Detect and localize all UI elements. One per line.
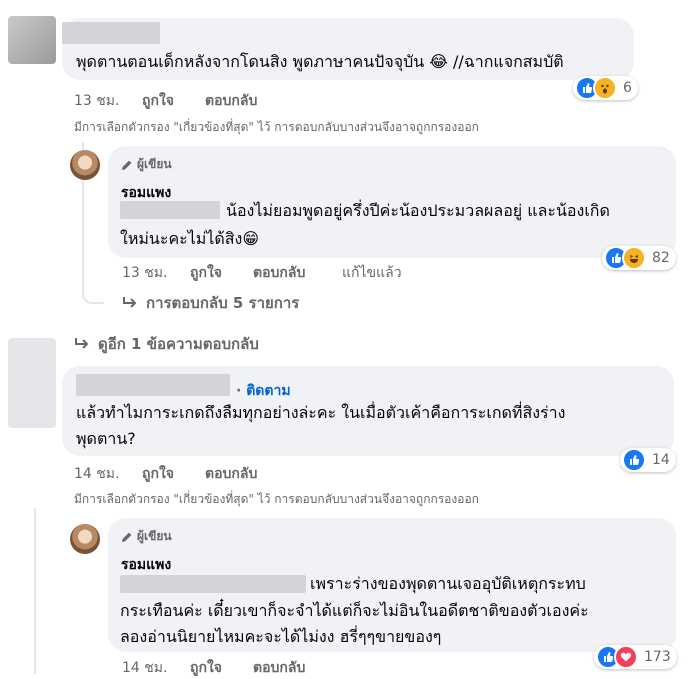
reply-actions: 13 ชม. ถูกใจ ตอบกลับ แก้ไขแล้ว: [122, 262, 402, 284]
author-badge: ผู้เขียน: [121, 155, 172, 174]
filter-note: มีการเลือกตัวกรอง "เกี่ยวข้องที่สุด" ไว้…: [74, 120, 479, 134]
avatar[interactable]: [8, 338, 56, 428]
avatar[interactable]: [70, 524, 100, 554]
reaction-summary[interactable]: 6: [573, 76, 638, 100]
blurred-mention: [120, 201, 220, 219]
haha-icon: [622, 246, 646, 270]
reply-link[interactable]: ตอบกลับ: [205, 90, 257, 112]
like-icon: [622, 448, 646, 472]
love-icon: [614, 645, 638, 669]
pen-icon: [122, 532, 132, 542]
blurred-author-name: [76, 374, 230, 396]
author-name[interactable]: รอมแพง: [121, 554, 171, 576]
reaction-summary[interactable]: 82: [602, 246, 676, 270]
thread-line: [34, 508, 36, 674]
comment-time[interactable]: 13 ชม.: [74, 90, 142, 112]
reply-time[interactable]: 14 ชม.: [122, 657, 190, 679]
reaction-count: 6: [623, 80, 632, 96]
reply-arrow-icon: [123, 297, 137, 308]
reaction-summary[interactable]: 173: [594, 645, 677, 669]
reaction-count: 82: [652, 250, 670, 266]
comment-text: พุดตานตอนเด็กหลังจากโดนสิง พูดภาษาคนปัจจ…: [76, 52, 564, 71]
comment-text-line1: แล้วทำไมการะเกดถึงลืมทุกอย่างล่ะคะ ในเมื…: [76, 403, 566, 422]
like-link[interactable]: ถูกใจ: [142, 90, 205, 112]
wow-icon: [593, 76, 617, 100]
view-replies-link[interactable]: การตอบกลับ 5 รายการ: [122, 291, 299, 315]
reaction-count: 173: [644, 649, 671, 665]
reply-actions: 14 ชม. ถูกใจ ตอบกลับ: [122, 657, 305, 679]
comment-time[interactable]: 14 ชม.: [74, 463, 142, 485]
edited-label: แก้ไขแล้ว: [342, 265, 402, 281]
filter-note: มีการเลือกตัวกรอง "เกี่ยวข้องที่สุด" ไว้…: [74, 492, 479, 506]
reply-text-line1: น้องไม่ยอมพูดอยู่ครึ่งปีค่ะน้องประมวลผลอ…: [226, 201, 610, 220]
comment-text-line2: พุดตาน?: [76, 429, 136, 448]
reply-time[interactable]: 13 ชม.: [122, 262, 190, 284]
blurred-mention: [120, 575, 306, 593]
reaction-summary[interactable]: 14: [620, 448, 676, 472]
avatar[interactable]: [8, 16, 56, 64]
blurred-author-name: [62, 22, 160, 44]
reply-text-line2: ใหม่นะคะไม่ได้สิง😁: [120, 229, 260, 248]
reply-text-line1: เพราะร่างของพุดตานเจออุบัติเหตุกระทบ: [310, 574, 586, 593]
reply-text-line3: ลองอ่านนิยายไหมคะจะได้ไม่งง ฮรี่ๆๆขายของ…: [120, 627, 442, 646]
like-link[interactable]: ถูกใจ: [190, 262, 253, 284]
comment-actions: 14 ชม. ถูกใจ ตอบกลับ: [74, 463, 257, 485]
like-link[interactable]: ถูกใจ: [142, 463, 205, 485]
comment-actions: 13 ชม. ถูกใจ ตอบกลับ: [74, 90, 257, 112]
pen-icon: [122, 160, 132, 170]
author-badge: ผู้เขียน: [121, 527, 172, 546]
reaction-count: 14: [652, 452, 670, 468]
avatar[interactable]: [70, 150, 100, 180]
reply-link[interactable]: ตอบกลับ: [253, 657, 305, 679]
reply-text-line2: กระเทือนค่ะ เดี๋ยวเขาก็จะจำได้แต่ก็จะไม่…: [120, 601, 589, 620]
see-more-replies-link[interactable]: ดูอีก 1 ข้อความตอบกลับ: [74, 332, 259, 356]
reply-link[interactable]: ตอบกลับ: [205, 463, 257, 485]
reply-link[interactable]: ตอบกลับ: [253, 262, 342, 284]
reply-arrow-icon: [75, 338, 89, 349]
like-link[interactable]: ถูกใจ: [190, 657, 253, 679]
